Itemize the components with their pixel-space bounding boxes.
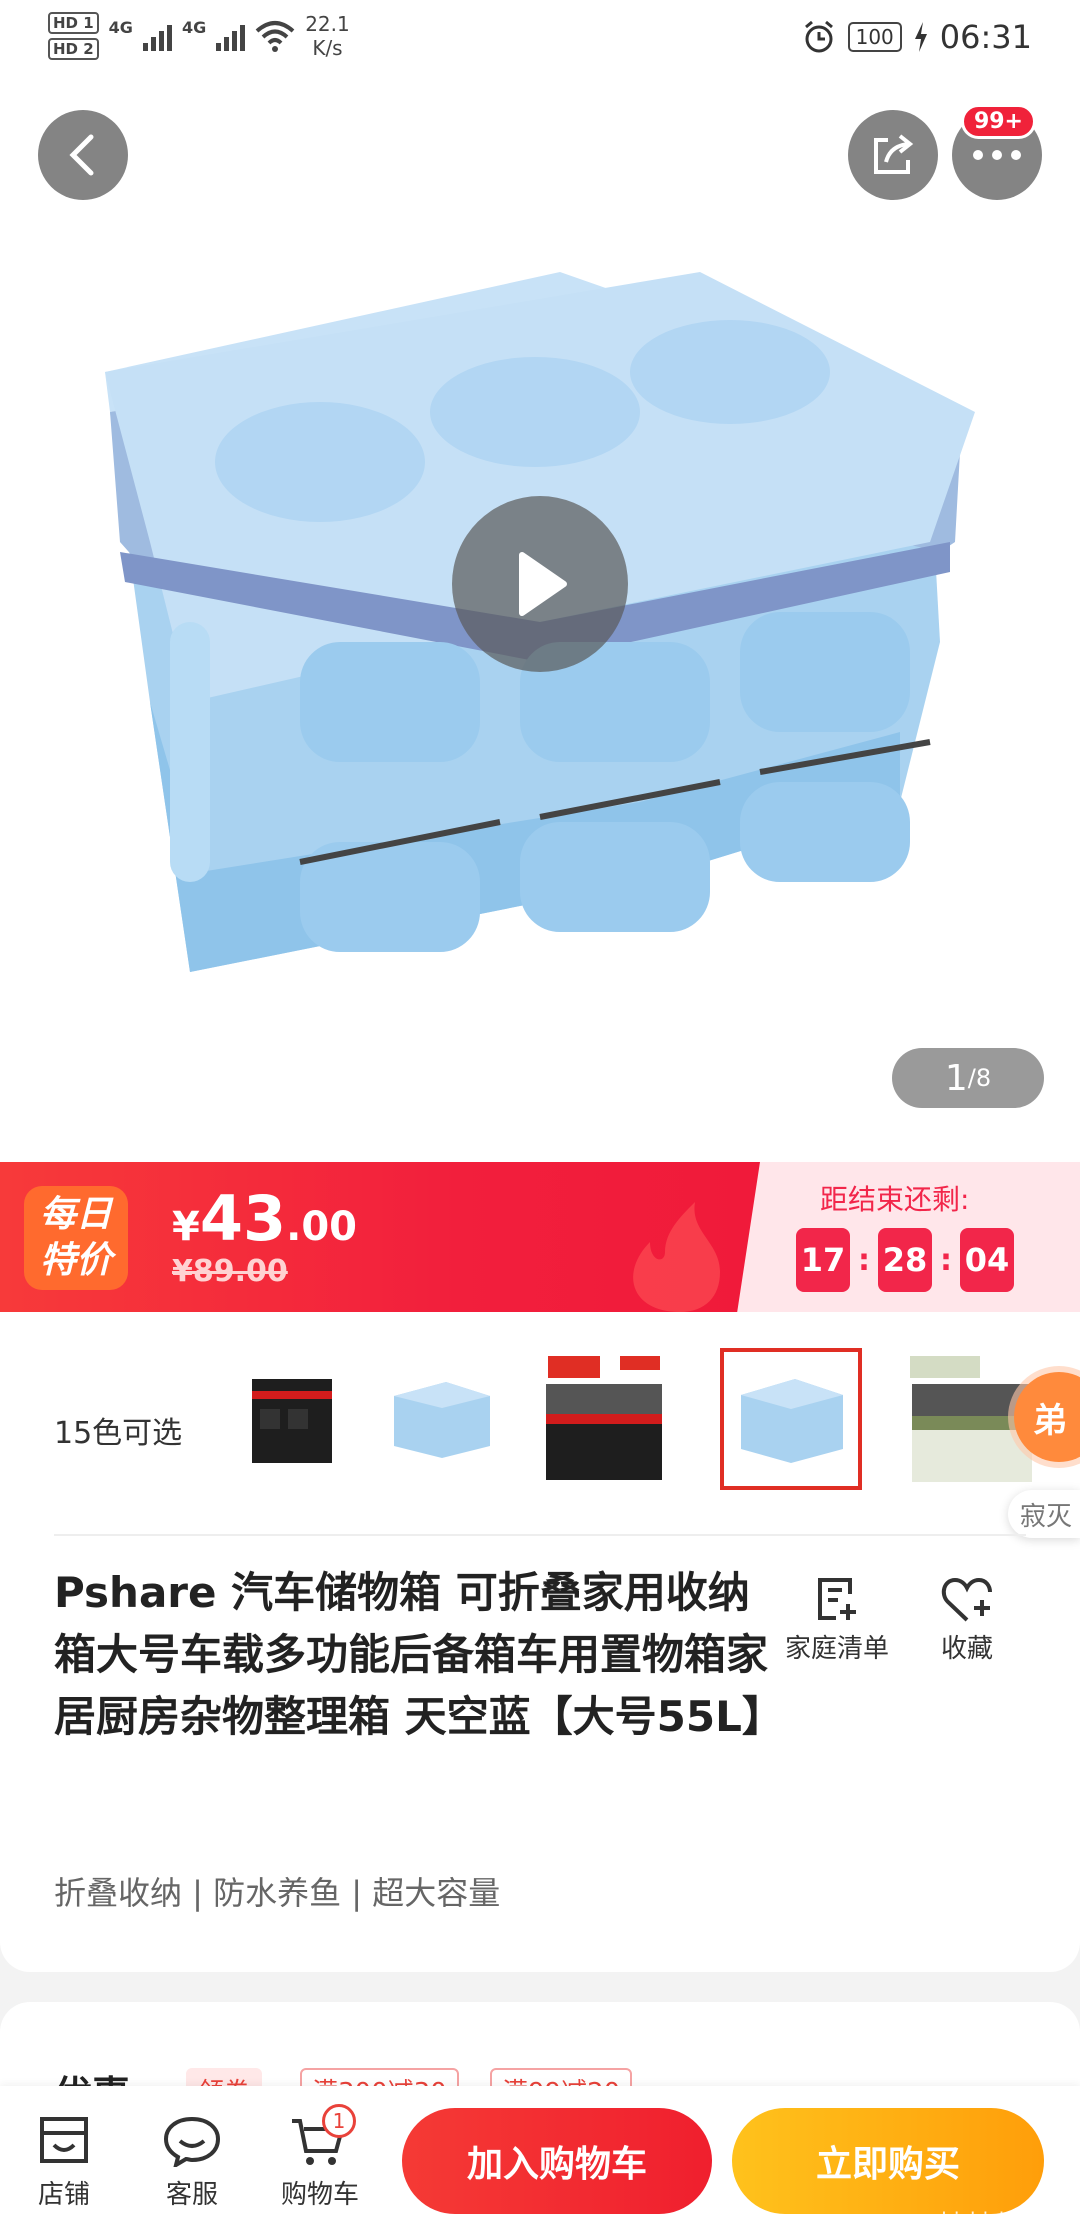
original-price: ¥89.00 [172, 1254, 288, 1289]
daily-deal-tag-line2: 特价 [39, 1240, 112, 1281]
product-page: HD 1 HD 2 4G 4G 22.1 K/s 100 06:31 99+ 1… [0, 0, 1080, 2240]
variant-image [252, 1379, 332, 1463]
more-button[interactable]: 99+ [952, 104, 1042, 200]
sale-price: ¥43.00 [172, 1182, 357, 1255]
share-button[interactable] [848, 110, 938, 200]
image-counter-total: /8 [967, 1064, 992, 1092]
product-title: Pshare 汽车储物箱 可折叠家用收纳箱大号车载多功能后备箱车用置物箱家居厨房… [54, 1568, 784, 1741]
clock: 06:31 [939, 18, 1032, 56]
family-list-button[interactable]: 家庭清单 [772, 1570, 902, 1665]
customer-service-button[interactable]: 客服 [142, 2108, 242, 2211]
alarm-icon [804, 20, 833, 53]
buy-now-button[interactable]: 立即购买 [732, 2108, 1044, 2214]
product-info-card: 15色可选 弟 寂灭 Pshare 汽车储物箱 可折叠家用收纳箱大号车载多功能后… [0, 1312, 1080, 1972]
variant-thumb-sky-blue-selected[interactable] [720, 1348, 862, 1490]
daily-deal-tag-line1: 每日 [39, 1194, 112, 1235]
variant-count-label[interactable]: 15色可选 [54, 1408, 182, 1452]
speed-value: 22.1 [305, 12, 350, 36]
list-add-icon [818, 1578, 856, 1620]
currency-symbol: ¥ [172, 1204, 200, 1250]
status-left: HD 1 HD 2 4G 4G 22.1 K/s [48, 12, 350, 60]
floating-user-name[interactable]: 寂灭 [1008, 1490, 1080, 1538]
variant-thumb-light-blue[interactable] [370, 1348, 512, 1490]
play-icon [519, 552, 567, 616]
image-counter-current: 1 [944, 1057, 968, 1099]
wifi-icon [255, 21, 295, 52]
image-counter: 1 /8 [892, 1048, 1044, 1108]
speed-unit: K/s [312, 36, 343, 60]
cart-button[interactable]: 1 购物车 [270, 2104, 370, 2211]
back-arrow-icon [69, 134, 94, 176]
shop-icon [40, 2117, 88, 2163]
signal-icon [142, 21, 172, 51]
cart-count-badge: 1 [322, 2104, 356, 2138]
daily-deal-tag: 每日 特价 [24, 1186, 128, 1290]
countdown-separator: : [940, 1242, 952, 1278]
net1-label: 4G [108, 18, 133, 37]
variant-image [394, 1382, 490, 1458]
price-decimal: .00 [286, 1204, 357, 1250]
variant-thumb-black-red[interactable] [530, 1348, 672, 1490]
countdown-hours: 17 [796, 1228, 850, 1292]
more-icon [973, 150, 1021, 160]
net2-label: 4G [181, 18, 207, 37]
favorite-label: 收藏 [940, 1634, 993, 1664]
charging-icon [914, 22, 927, 52]
countdown-minutes: 28 [878, 1228, 932, 1292]
countdown-label: 距结束还剩: [820, 1183, 970, 1216]
shop-label: 店铺 [37, 2180, 90, 2210]
heart-add-icon [941, 1577, 992, 1622]
status-right: 100 06:31 [802, 18, 1032, 56]
signal-icon-2 [216, 21, 246, 51]
price-integer: 43 [199, 1182, 287, 1255]
shop-button[interactable]: 店铺 [14, 2108, 114, 2211]
hd1-label: HD 1 [48, 12, 99, 34]
status-bar: HD 1 HD 2 4G 4G 22.1 K/s 100 06:31 [0, 0, 1080, 82]
product-tags: 折叠收纳 | 防水养鱼 | 超大容量 [54, 1874, 501, 1912]
service-label: 客服 [165, 2180, 218, 2210]
add-to-cart-button[interactable]: 加入购物车 [402, 2108, 712, 2214]
play-video-button[interactable] [452, 496, 628, 672]
family-list-label: 家庭清单 [784, 1634, 889, 1664]
favorite-button[interactable]: 收藏 [902, 1570, 1032, 1665]
product-gallery[interactable]: 99+ 1 /8 [0, 82, 1080, 1162]
variant-thumb-black[interactable] [210, 1348, 352, 1490]
countdown-timer: 17 : 28 : 04 [796, 1228, 1014, 1292]
flame-icon [633, 1202, 720, 1312]
battery-level: 100 [847, 22, 902, 52]
bottom-action-bar: 店铺 客服 1 购物车 加入购物车 立即购买 zhizhizhi.com [0, 2086, 1080, 2240]
share-icon [874, 134, 914, 174]
hd-indicator: HD 1 HD 2 [48, 12, 99, 60]
site-watermark: zhizhizhi.com [930, 2208, 1066, 2232]
variant-image [741, 1379, 843, 1463]
back-button[interactable] [38, 110, 128, 200]
section-divider [54, 1534, 1026, 1536]
hd2-label: HD 2 [48, 38, 99, 60]
flash-sale-banner: 每日 特价 ¥43.00 ¥89.00 距结束还剩: 17 : 28 : 04 [0, 1162, 1080, 1312]
chat-icon [163, 2116, 221, 2167]
countdown-separator: : [858, 1242, 870, 1278]
message-badge: 99+ [960, 104, 1036, 139]
countdown-seconds: 04 [960, 1228, 1014, 1292]
variant-image [546, 1356, 662, 1480]
cart-label: 购物车 [280, 2180, 359, 2210]
network-speed: 22.1 K/s [305, 12, 350, 60]
